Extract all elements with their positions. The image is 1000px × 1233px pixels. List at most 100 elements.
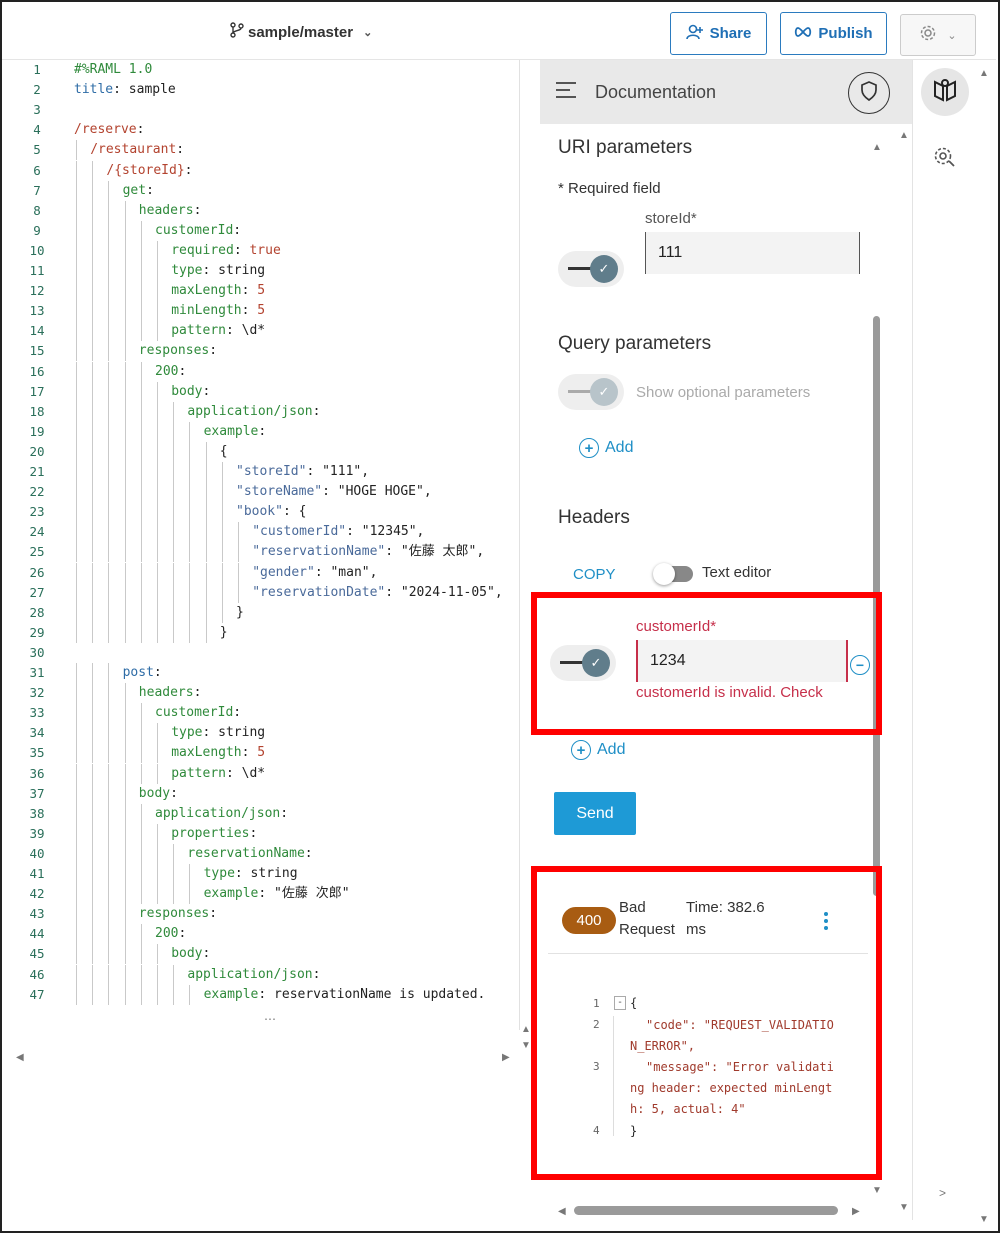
documentation-tab-button[interactable] [921, 68, 969, 116]
indent-guide [221, 582, 223, 603]
line-number: 26 [29, 564, 45, 580]
indent-guide [76, 140, 77, 161]
code-line[interactable]: 29} [4, 622, 520, 643]
share-button[interactable]: Share [670, 12, 767, 55]
code-line[interactable]: 21 "storeId": "111", [4, 462, 520, 483]
code-line[interactable]: 32 headers: [4, 683, 520, 704]
code-line[interactable]: 20 { [4, 441, 520, 462]
response-horizontal-scrollbar[interactable] [574, 1206, 838, 1215]
scroll-down-icon[interactable]: ▼ [872, 1185, 882, 1196]
code-line[interactable]: 36 pattern: \d* [4, 763, 520, 784]
indent-guide [140, 281, 142, 302]
indent-guide [108, 843, 110, 864]
code-line[interactable]: 19 example: [4, 421, 520, 442]
code-line[interactable]: 9 customerId: [4, 220, 520, 241]
text-editor-switch[interactable] [653, 563, 693, 585]
code-line[interactable]: 13 minLength: 5 [4, 301, 520, 322]
scroll-down-icon[interactable]: ▼ [521, 1040, 531, 1051]
copy-button[interactable]: COPY [573, 566, 616, 583]
code-line[interactable]: 4/reserve: [4, 120, 520, 140]
scroll-up-icon[interactable]: ▲ [521, 1024, 531, 1035]
indent-guide [124, 904, 126, 925]
storeid-input[interactable]: 111 [645, 232, 860, 274]
drag-handle-icon[interactable]: ⋯ [264, 1012, 276, 1026]
code-line[interactable]: 26 "gender": "man", [4, 562, 520, 583]
code-line[interactable]: 25 "reservationName": "佐藤 太郎", [4, 542, 520, 563]
plus-circle-icon: + [571, 740, 591, 760]
scroll-right-icon[interactable]: ▶ [502, 1052, 510, 1063]
scroll-right-icon[interactable]: ▶ [852, 1206, 860, 1217]
indent-guide [157, 441, 158, 462]
code-text: /reserve: [74, 122, 145, 138]
line-number: 34 [29, 725, 45, 741]
branch-selector[interactable]: sample/master ⌄ [230, 22, 372, 42]
code-line[interactable]: 40 reservationName: [4, 843, 520, 864]
code-line[interactable]: 39 properties: [4, 823, 520, 844]
code-line[interactable]: 6 /{storeId}: [4, 160, 520, 181]
line-number: 21 [29, 464, 45, 479]
code-line[interactable]: 31 post: [4, 663, 520, 684]
line-number: 4 [33, 122, 41, 138]
code-line[interactable]: 23 "book": { [4, 502, 520, 523]
add-query-param-button[interactable]: + Add [579, 438, 633, 458]
code-text: body: [138, 785, 178, 801]
code-text: } [219, 624, 228, 640]
code-line[interactable]: 38 application/json: [4, 803, 520, 824]
code-line[interactable]: 34 type: string [4, 723, 520, 744]
code-line[interactable]: 45 body: [4, 944, 520, 965]
code-line[interactable]: 17 body: [4, 381, 520, 402]
code-line[interactable]: 30 [4, 643, 520, 663]
menu-icon[interactable] [556, 82, 576, 103]
code-line[interactable]: 10 required: true [4, 240, 520, 261]
security-button[interactable] [848, 72, 890, 114]
code-line[interactable]: 3 [4, 100, 520, 120]
code-line[interactable]: 8 headers: [4, 200, 520, 221]
collapse-icon[interactable]: ▲ [872, 142, 882, 153]
code-line[interactable]: 18 application/json: [4, 401, 520, 422]
optional-params-toggle[interactable]: ✓ [558, 374, 624, 410]
indent-guide [124, 220, 126, 241]
scroll-left-icon[interactable]: ◀ [558, 1206, 566, 1217]
code-line[interactable]: 11 type: string [4, 261, 520, 282]
code-line[interactable]: 15 responses: [4, 341, 520, 362]
indent-guide [92, 843, 94, 864]
code-line[interactable]: 1 #%RAML 1.0 [4, 60, 520, 80]
code-line[interactable]: 22 "storeName": "HOGE HOGE", [4, 482, 520, 503]
code-line[interactable]: 12 maxLength: 5 [4, 281, 520, 302]
code-line[interactable]: 14 pattern: \d* [4, 321, 520, 342]
code-line[interactable]: 35 maxLength: 5 [4, 743, 520, 764]
indent-guide [157, 522, 158, 543]
settings-cog-icon[interactable] [933, 144, 957, 173]
code-line[interactable]: 43 responses: [4, 904, 520, 925]
code-line[interactable]: 28} [4, 602, 520, 623]
code-line[interactable]: 7 get: [4, 180, 520, 201]
add-header-button[interactable]: + Add [571, 740, 625, 760]
editor-horizontal-scrollbar[interactable]: ◀ ▶ [4, 1050, 514, 1068]
storeid-toggle[interactable]: ✓ [558, 251, 624, 287]
publish-button[interactable]: Publish [780, 12, 887, 55]
scroll-up-icon[interactable]: ▲ [899, 130, 909, 141]
code-line[interactable]: 16 200: [4, 361, 520, 382]
code-line[interactable]: 42 example: "佐藤 次郎" [4, 884, 520, 905]
expand-icon[interactable]: > [939, 1186, 946, 1200]
scroll-down-icon[interactable]: ▼ [899, 1202, 909, 1213]
code-line[interactable]: 5/restaurant: [4, 140, 520, 161]
scroll-up-icon[interactable]: ▲ [979, 68, 989, 79]
code-line[interactable]: 2 title: sample [4, 80, 520, 100]
code-text: minLength: 5 [171, 303, 266, 319]
code-line[interactable]: 47 example: reservationName is updated. [4, 984, 520, 1005]
line-number: 2 [33, 82, 41, 98]
code-line[interactable]: 37 body: [4, 783, 520, 804]
code-line[interactable]: 33 customerId: [4, 703, 520, 724]
code-editor[interactable]: 1 #%RAML 1.0 2 title: sample 3 4/reserve: 5/re… [4, 60, 520, 1018]
send-button[interactable]: Send [554, 792, 636, 835]
indent-guide [140, 602, 142, 623]
scroll-left-icon[interactable]: ◀ [16, 1052, 24, 1063]
settings-dropdown-button[interactable]: ⌄ [900, 14, 976, 56]
code-line[interactable]: 44 200: [4, 924, 520, 945]
code-line[interactable]: 24 "customerId": "12345", [4, 522, 520, 543]
scroll-down-icon[interactable]: ▼ [979, 1214, 989, 1225]
code-line[interactable]: 46 application/json: [4, 964, 520, 985]
code-line[interactable]: 27 "reservationDate": "2024-11-05", [4, 582, 520, 603]
code-line[interactable]: 41 type: string [4, 864, 520, 885]
